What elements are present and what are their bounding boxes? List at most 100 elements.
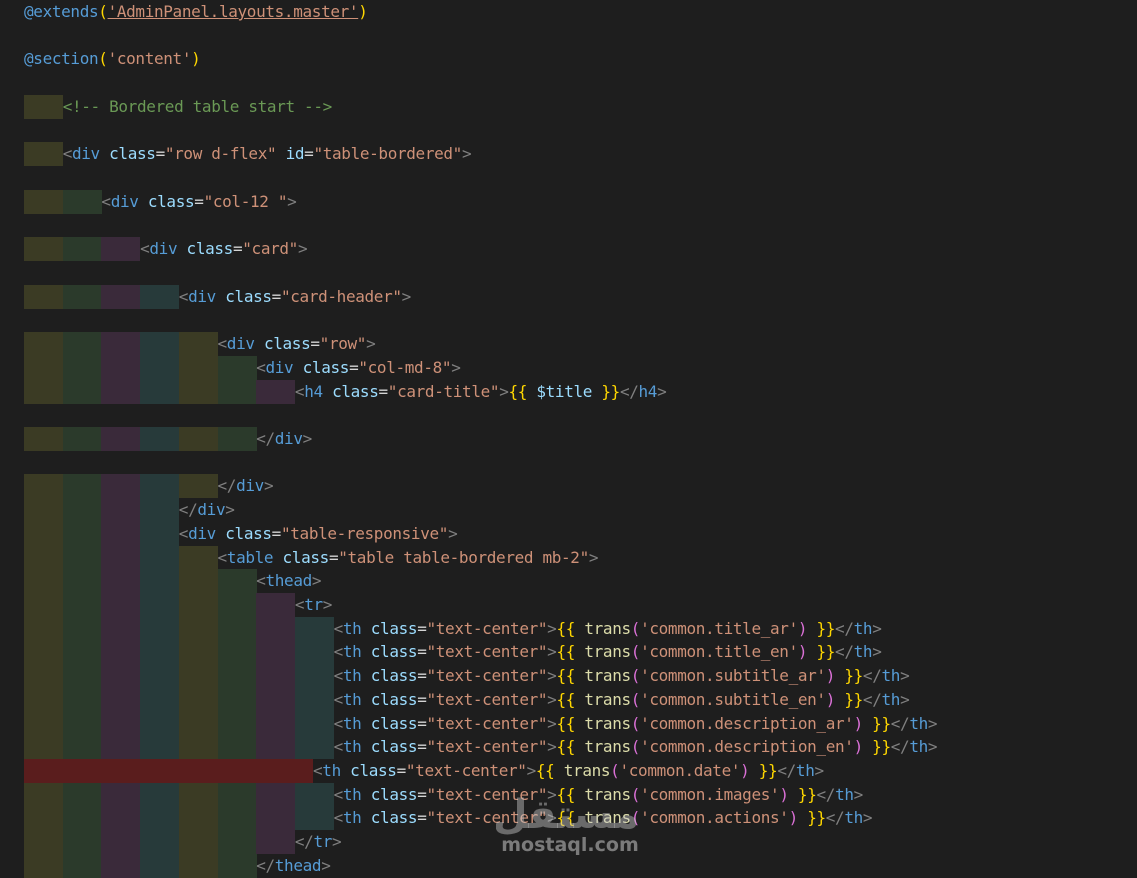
code-token: "text-center" bbox=[426, 689, 548, 709]
code-line[interactable]: </div> bbox=[0, 474, 1137, 499]
indent-band bbox=[24, 853, 63, 878]
code-text[interactable]: <tr> bbox=[295, 593, 333, 617]
code-line[interactable]: <div class="card"> bbox=[0, 237, 1137, 262]
code-token: </ bbox=[619, 381, 639, 401]
code-line[interactable]: </div> bbox=[0, 426, 1137, 451]
code-text[interactable]: <th class="text-center">{{ trans('common… bbox=[334, 664, 910, 688]
code-line[interactable] bbox=[0, 403, 1137, 427]
code-line[interactable]: <div class="row"> bbox=[0, 332, 1137, 357]
code-line[interactable]: <th class="text-center">{{ trans('common… bbox=[0, 664, 1137, 689]
code-line[interactable] bbox=[0, 213, 1137, 237]
indent-band bbox=[101, 593, 141, 617]
code-line[interactable]: <div class="card-header"> bbox=[0, 284, 1137, 309]
indent-band bbox=[140, 426, 180, 451]
code-text[interactable]: <div class="col-12 "> bbox=[101, 190, 296, 214]
code-line[interactable]: <!-- Bordered table start --> bbox=[0, 94, 1137, 119]
code-line[interactable] bbox=[0, 71, 1137, 95]
code-line[interactable]: <div class="table-responsive"> bbox=[0, 521, 1137, 546]
code-line[interactable]: @section('content') bbox=[0, 47, 1137, 71]
code-text[interactable]: <div class="card-header"> bbox=[179, 285, 412, 309]
code-line[interactable]: <th class="text-center">{{ trans('common… bbox=[0, 687, 1137, 712]
code-line[interactable] bbox=[0, 24, 1137, 48]
code-text[interactable]: <div class="row d-flex" id="table-border… bbox=[63, 142, 472, 166]
indent-band bbox=[62, 664, 102, 689]
code-line[interactable]: @extends('AdminPanel.layouts.master') bbox=[0, 0, 1137, 24]
code-line[interactable]: <th class="text-center">{{ trans('common… bbox=[0, 616, 1137, 641]
code-text[interactable]: <th class="text-center">{{ trans('common… bbox=[334, 806, 873, 830]
indent-band bbox=[62, 830, 102, 855]
code-line[interactable] bbox=[0, 308, 1137, 332]
code-token: > bbox=[862, 808, 873, 828]
indent-band bbox=[140, 474, 180, 499]
indent-band bbox=[24, 830, 63, 855]
code-line[interactable]: <thead> bbox=[0, 569, 1137, 594]
code-line[interactable]: </tr> bbox=[0, 830, 1137, 855]
code-text[interactable]: @section('content') bbox=[24, 47, 201, 71]
code-text[interactable]: <div class="table-responsive"> bbox=[179, 522, 458, 546]
code-line[interactable]: <div class="col-12 "> bbox=[0, 189, 1137, 214]
code-text[interactable]: <th class="text-center">{{ trans('common… bbox=[334, 640, 882, 664]
code-line[interactable]: <th class="text-center">{{ trans('common… bbox=[0, 782, 1137, 807]
code-line[interactable]: <h4 class="card-title">{{ $title }}</h4> bbox=[0, 379, 1137, 404]
code-line[interactable]: <tr> bbox=[0, 593, 1137, 617]
code-text[interactable]: <div class="row"> bbox=[218, 332, 376, 356]
code-line[interactable] bbox=[0, 119, 1137, 143]
indent-band bbox=[62, 521, 102, 546]
code-line[interactable]: </thead> bbox=[0, 853, 1137, 878]
code-line[interactable]: <th class="text-center">{{ trans('common… bbox=[0, 759, 1137, 784]
code-token: <!-- Bordered table start --> bbox=[62, 96, 333, 116]
code-token: "text-center" bbox=[426, 737, 548, 757]
code-token: < bbox=[333, 642, 344, 662]
code-text[interactable]: <table class="table table-bordered mb-2"… bbox=[218, 546, 599, 570]
code-text[interactable]: </div> bbox=[179, 498, 235, 522]
indent-band bbox=[178, 593, 218, 617]
code-line[interactable]: <th class="text-center">{{ trans('common… bbox=[0, 640, 1137, 665]
code-text[interactable]: <th class="text-center">{{ trans('common… bbox=[334, 688, 910, 712]
code-text[interactable]: </tr> bbox=[295, 830, 342, 854]
code-text[interactable]: <div class="card"> bbox=[140, 237, 308, 261]
code-text[interactable]: <th class="text-center">{{ trans('common… bbox=[313, 759, 824, 783]
code-text[interactable]: <th class="text-center">{{ trans('common… bbox=[334, 712, 938, 736]
code-token: class bbox=[370, 713, 418, 733]
code-text[interactable]: <th class="text-center">{{ trans('common… bbox=[334, 735, 938, 759]
code-line[interactable]: </div> bbox=[0, 498, 1137, 523]
indent-band bbox=[217, 711, 257, 736]
indent-band bbox=[294, 735, 334, 760]
indent-band bbox=[178, 379, 218, 404]
code-line[interactable]: <table class="table table-bordered mb-2"… bbox=[0, 545, 1137, 570]
code-line[interactable] bbox=[0, 261, 1137, 285]
code-token: ) bbox=[825, 689, 836, 709]
code-token: }} bbox=[807, 808, 826, 828]
indent-band bbox=[62, 284, 102, 309]
code-line[interactable] bbox=[0, 451, 1137, 475]
code-text[interactable]: <h4 class="card-title">{{ $title }}</h4> bbox=[295, 380, 667, 404]
code-line[interactable]: <th class="text-center">{{ trans('common… bbox=[0, 735, 1137, 760]
code-token: "card-title" bbox=[387, 381, 500, 401]
code-text[interactable]: </div> bbox=[256, 427, 312, 451]
code-text[interactable]: <!-- Bordered table start --> bbox=[62, 95, 333, 119]
code-token: class bbox=[370, 737, 418, 757]
code-token: 'common.subtitle_ar' bbox=[640, 666, 826, 686]
code-text[interactable]: <thead> bbox=[256, 569, 321, 593]
code-text[interactable]: <div class="col-md-8"> bbox=[256, 356, 461, 380]
indent-band bbox=[140, 284, 180, 309]
indent-band bbox=[24, 782, 63, 807]
code-text[interactable]: </thead> bbox=[256, 854, 331, 878]
code-editor[interactable]: @extends('AdminPanel.layouts.master') @se… bbox=[0, 0, 1137, 878]
code-text[interactable]: @extends('AdminPanel.layouts.master') bbox=[24, 0, 368, 24]
code-text[interactable]: </div> bbox=[218, 474, 274, 498]
code-token: th bbox=[342, 689, 362, 709]
code-token: 'AdminPanel.layouts.master' bbox=[107, 2, 359, 21]
code-line[interactable]: <th class="text-center">{{ trans('common… bbox=[0, 711, 1137, 736]
indent-band bbox=[62, 426, 102, 451]
code-line[interactable]: <div class="row d-flex" id="table-border… bbox=[0, 142, 1137, 167]
code-line[interactable] bbox=[0, 166, 1137, 190]
code-token: </ bbox=[256, 428, 275, 448]
code-text[interactable]: <th class="text-center">{{ trans('common… bbox=[334, 783, 864, 807]
code-line[interactable]: <div class="col-md-8"> bbox=[0, 355, 1137, 380]
code-text[interactable]: <th class="text-center">{{ trans('common… bbox=[334, 617, 882, 641]
code-token: th bbox=[342, 713, 362, 733]
code-line[interactable]: <th class="text-center">{{ trans('common… bbox=[0, 806, 1137, 831]
code-token: ( bbox=[630, 808, 641, 828]
